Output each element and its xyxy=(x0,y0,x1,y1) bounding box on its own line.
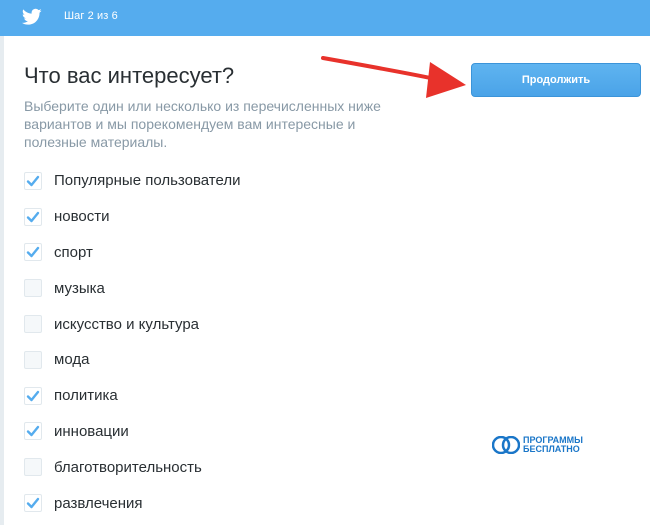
watermark-logo: ПРОГРАММЫ БЕСПЛАТНО xyxy=(492,436,583,454)
interest-option-label: Популярные пользователи xyxy=(54,172,241,190)
interest-option[interactable]: инновации xyxy=(24,414,240,450)
interest-option-label: благотворительность xyxy=(54,458,202,476)
interest-checkbox[interactable] xyxy=(24,422,42,441)
interest-option-label: новости xyxy=(54,208,110,226)
checkmark-icon xyxy=(26,247,40,258)
step-indicator: Шаг 2 из 6 xyxy=(64,10,118,22)
interest-option[interactable]: музыка xyxy=(24,270,240,306)
interest-checkbox[interactable] xyxy=(24,458,42,477)
interest-option[interactable]: благотворительность xyxy=(24,449,240,485)
interest-option-label: искусство и культура xyxy=(54,315,200,333)
checkmark-icon xyxy=(26,390,40,401)
continue-button[interactable]: Продолжить xyxy=(471,63,641,97)
interest-option-label: политика xyxy=(54,387,118,405)
twitter-bird-icon[interactable] xyxy=(22,8,42,26)
left-border xyxy=(0,36,4,525)
red-arrow-annotation xyxy=(321,56,466,98)
page-title: Что вас интересует? xyxy=(24,63,235,88)
interest-option[interactable]: спорт xyxy=(24,235,240,271)
interest-option[interactable]: политика xyxy=(24,378,240,414)
interest-option[interactable]: Популярные пользователи xyxy=(24,163,240,199)
interest-option[interactable]: новости xyxy=(24,199,240,235)
interest-options-list: Популярные пользователи новости спорт музык… xyxy=(24,163,240,521)
interest-checkbox[interactable] xyxy=(24,207,42,226)
interest-option-label: спорт xyxy=(54,243,93,261)
interest-option-label: мода xyxy=(54,351,90,369)
interest-option-label: развлечения xyxy=(54,494,143,512)
interest-checkbox[interactable] xyxy=(24,279,42,298)
interest-option[interactable]: развлечения xyxy=(24,485,240,521)
interest-option[interactable]: мода xyxy=(24,342,240,378)
checkmark-icon xyxy=(26,497,40,509)
top-bar: Шаг 2 из 6 xyxy=(0,0,650,36)
interest-checkbox[interactable] xyxy=(24,243,42,262)
interest-checkbox[interactable] xyxy=(24,386,42,405)
page-subtitle: Выберите один или несколько из перечисле… xyxy=(24,98,381,150)
interest-option-label: инновации xyxy=(54,422,129,440)
checkmark-icon xyxy=(26,211,40,222)
checkmark-icon xyxy=(26,426,40,437)
interest-checkbox[interactable] xyxy=(24,171,42,190)
watermark-icon xyxy=(492,436,520,454)
interest-checkbox[interactable] xyxy=(24,494,42,513)
interest-option-label: музыка xyxy=(54,279,105,297)
checkmark-icon xyxy=(26,175,40,187)
watermark-line2: БЕСПЛАТНО xyxy=(523,444,580,454)
interest-option[interactable]: искусство и культура xyxy=(24,306,240,342)
interest-checkbox[interactable] xyxy=(24,315,42,334)
interest-checkbox[interactable] xyxy=(24,350,42,369)
